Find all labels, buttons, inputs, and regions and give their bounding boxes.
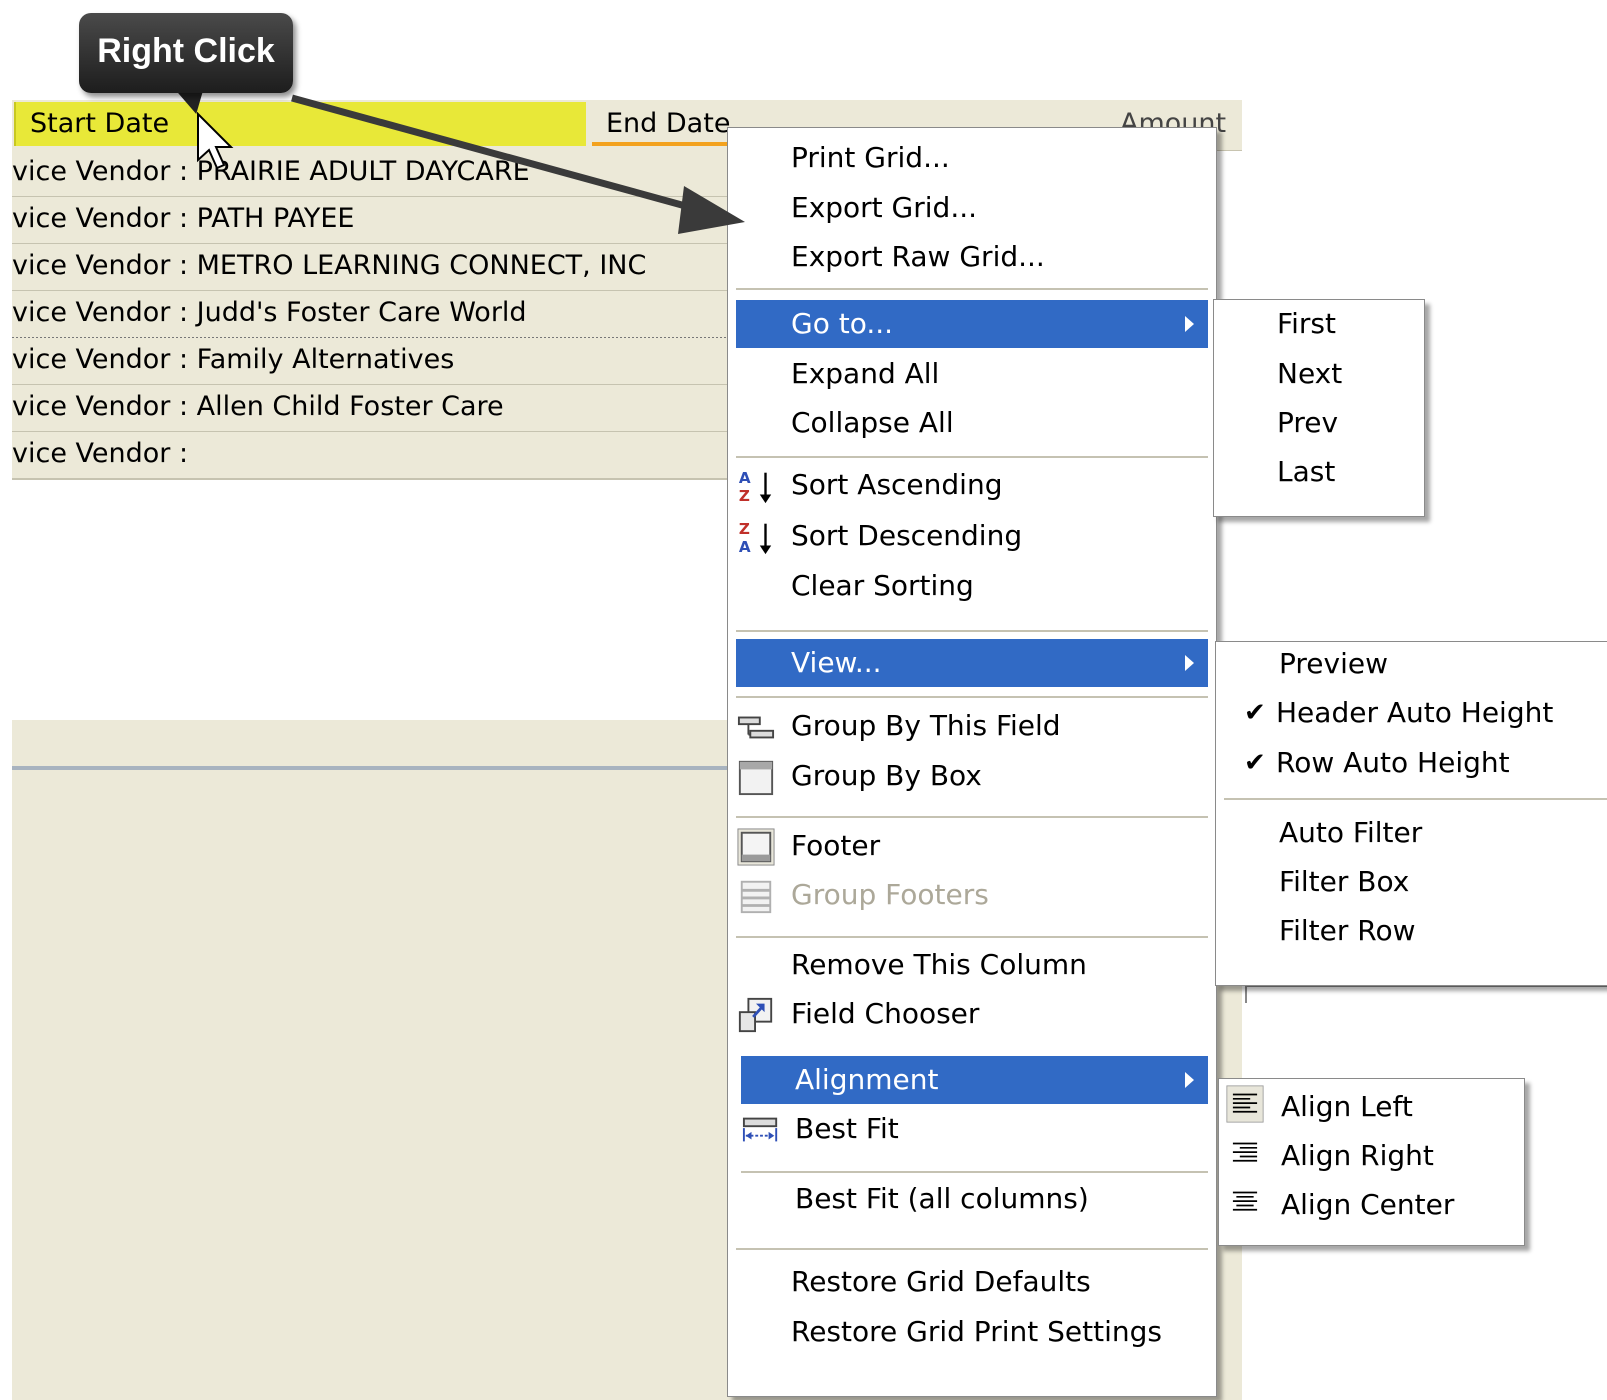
right-click-callout: Right Click	[79, 13, 293, 93]
align-left-icon	[1226, 1085, 1264, 1123]
menu-item-header-auto-height-label: Header Auto Height	[1276, 696, 1554, 729]
submenu-arrow-icon	[1185, 316, 1194, 332]
align-right-icon	[1232, 1142, 1258, 1162]
menu-item-group-footers-label: Group Footers	[791, 878, 989, 911]
menu-item-go-to-label: Go to...	[791, 307, 894, 340]
grid-row[interactable]: vice Vendor : Family Alternatives	[12, 338, 742, 386]
menu-item-group-by-this-field[interactable]: Group By This Field	[736, 702, 1208, 750]
menu-item-header-auto-height[interactable]: ✔ Header Auto Height	[1224, 689, 1600, 737]
menu-item-filter-box[interactable]: Filter Box	[1224, 858, 1600, 906]
menu-separator	[736, 696, 1208, 698]
grid-row[interactable]: vice Vendor : Judd's Foster Care World	[12, 291, 742, 339]
menu-separator	[736, 816, 1208, 818]
menu-separator	[736, 456, 1208, 458]
menu-item-align-right[interactable]: Align Right	[1225, 1132, 1516, 1180]
menu-item-align-right-label: Align Right	[1281, 1139, 1434, 1172]
menu-item-restore-grid-print-settings[interactable]: Restore Grid Print Settings	[736, 1308, 1208, 1356]
svg-text:Z: Z	[739, 520, 750, 538]
grid-context-menu: Print Grid... Export Grid... Export Raw …	[727, 127, 1217, 1397]
menu-item-group-by-this-field-label: Group By This Field	[791, 709, 1061, 742]
menu-item-expand-all[interactable]: Expand All	[736, 350, 1208, 398]
svg-text:Z: Z	[739, 487, 750, 505]
align-center-icon	[1232, 1191, 1258, 1211]
field-chooser-icon	[738, 997, 773, 1033]
menu-item-sort-ascending-label: Sort Ascending	[791, 468, 1003, 501]
submenu-arrow-icon	[1185, 655, 1194, 671]
menu-item-remove-this-column[interactable]: Remove This Column	[736, 941, 1208, 989]
menu-item-print-grid[interactable]: Print Grid...	[736, 134, 1208, 182]
svg-text:A: A	[739, 538, 751, 556]
menu-item-footer[interactable]: Footer	[736, 822, 1208, 870]
menu-item-align-left[interactable]: Align Left	[1225, 1083, 1516, 1131]
group-footers-icon	[740, 880, 772, 914]
menu-item-alignment-label: Alignment	[795, 1063, 939, 1096]
menu-item-alignment[interactable]: Alignment	[741, 1056, 1208, 1104]
menu-item-collapse-all[interactable]: Collapse All	[736, 399, 1208, 447]
menu-item-clear-sorting[interactable]: Clear Sorting	[736, 562, 1208, 610]
menu-item-last[interactable]: Last	[1222, 448, 1416, 496]
submenu-arrow-icon	[1185, 1072, 1194, 1088]
mouse-cursor-icon	[197, 112, 234, 170]
menu-item-align-center-label: Align Center	[1281, 1188, 1455, 1221]
menu-item-filter-row[interactable]: Filter Row	[1224, 907, 1600, 955]
menu-item-row-auto-height[interactable]: ✔ Row Auto Height	[1224, 739, 1600, 787]
grid-divider	[12, 766, 732, 770]
menu-item-group-by-box-label: Group By Box	[791, 759, 982, 792]
menu-item-group-footers: Group Footers	[736, 871, 1208, 919]
group-by-box-icon	[738, 760, 774, 796]
menu-item-footer-label: Footer	[791, 829, 881, 862]
side-input-field[interactable]	[1245, 985, 1607, 1003]
menu-item-best-fit-label: Best Fit	[795, 1112, 899, 1145]
menu-item-sort-ascending[interactable]: A Z Sort Ascending	[736, 461, 1208, 509]
menu-separator	[736, 288, 1208, 290]
menu-separator	[736, 1248, 1208, 1250]
menu-item-field-chooser-label: Field Chooser	[791, 997, 980, 1030]
menu-item-next[interactable]: Next	[1222, 350, 1416, 398]
view-submenu: Preview ✔ Header Auto Height ✔ Row Auto …	[1215, 641, 1607, 986]
menu-item-best-fit[interactable]: Best Fit	[741, 1105, 1208, 1153]
svg-text:A: A	[739, 469, 751, 487]
menu-item-sort-descending[interactable]: Z A Sort Descending	[736, 512, 1208, 560]
menu-item-export-grid[interactable]: Export Grid...	[736, 184, 1208, 232]
best-fit-icon	[742, 1117, 778, 1142]
sort-descending-icon: Z A	[739, 520, 772, 556]
group-by-field-icon	[737, 716, 775, 739]
menu-item-align-center[interactable]: Align Center	[1225, 1181, 1516, 1229]
goto-submenu: First Next Prev Last	[1213, 299, 1425, 517]
grid-row[interactable]: vice Vendor :	[12, 432, 742, 480]
checkmark-icon: ✔	[1244, 698, 1266, 728]
menu-item-prev[interactable]: Prev	[1222, 399, 1416, 447]
checkmark-icon: ✔	[1244, 748, 1266, 778]
menu-item-view[interactable]: View...	[736, 639, 1208, 687]
menu-item-auto-filter[interactable]: Auto Filter	[1224, 809, 1600, 857]
menu-item-sort-descending-label: Sort Descending	[791, 519, 1023, 552]
menu-separator	[1224, 798, 1607, 800]
menu-item-field-chooser[interactable]: Field Chooser	[736, 990, 1208, 1038]
alignment-submenu: Align Left Align Right Align Center	[1218, 1078, 1525, 1246]
menu-separator	[741, 1171, 1208, 1173]
menu-item-go-to[interactable]: Go to...	[736, 300, 1208, 348]
menu-item-export-raw-grid[interactable]: Export Raw Grid...	[736, 233, 1208, 281]
menu-separator	[736, 936, 1208, 938]
menu-item-best-fit-all-columns[interactable]: Best Fit (all columns)	[741, 1175, 1208, 1223]
menu-item-row-auto-height-label: Row Auto Height	[1276, 746, 1510, 779]
footer-icon	[737, 828, 775, 866]
menu-item-view-label: View...	[791, 646, 882, 679]
grid-row[interactable]: vice Vendor : Allen Child Foster Care	[12, 385, 742, 433]
menu-item-group-by-box[interactable]: Group By Box	[736, 752, 1208, 800]
menu-item-first[interactable]: First	[1222, 300, 1416, 348]
sort-ascending-icon: A Z	[739, 469, 772, 505]
menu-separator	[736, 630, 1208, 632]
menu-item-align-left-label: Align Left	[1281, 1090, 1413, 1123]
menu-item-preview[interactable]: Preview	[1224, 640, 1600, 688]
menu-item-restore-grid-defaults[interactable]: Restore Grid Defaults	[736, 1258, 1208, 1306]
